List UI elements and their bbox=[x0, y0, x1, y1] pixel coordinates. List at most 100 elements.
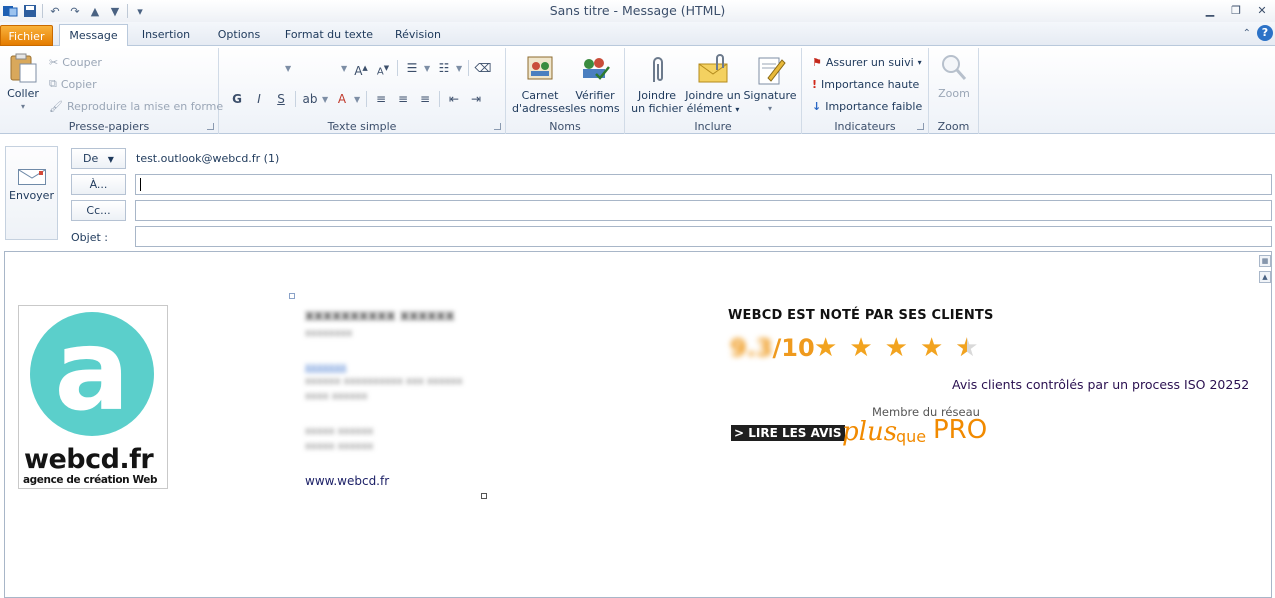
message-body[interactable] bbox=[4, 251, 1272, 598]
size-dropdown-icon[interactable]: ▼ bbox=[341, 64, 349, 73]
increase-indent-icon[interactable]: ⇥ bbox=[466, 89, 486, 109]
high-importance-button[interactable]: ! Importance haute bbox=[812, 74, 919, 94]
scroll-up-icon[interactable]: ▲ bbox=[1259, 271, 1271, 283]
font-dropdown-icon[interactable]: ▼ bbox=[285, 64, 293, 73]
signature-button[interactable]: Signature ▾ bbox=[743, 54, 797, 115]
cut-label: Couper bbox=[62, 55, 102, 69]
numbering-dropdown-icon[interactable]: ▼ bbox=[456, 64, 464, 73]
address-book-button[interactable]: Carnet d'adresses bbox=[512, 54, 571, 115]
numbering-icon[interactable]: ☷ bbox=[434, 58, 454, 78]
window-title: Sans titre - Message (HTML) bbox=[549, 3, 726, 18]
tags-launcher-icon[interactable] bbox=[917, 123, 924, 130]
zoom-button[interactable]: Zoom bbox=[935, 52, 973, 100]
font-name-select[interactable] bbox=[227, 59, 283, 77]
font-color-dropdown-icon[interactable]: ▼ bbox=[354, 95, 362, 104]
close-icon[interactable]: ✕ bbox=[1249, 0, 1275, 20]
paste-dropdown-icon[interactable]: ▾ bbox=[4, 100, 42, 113]
address-book-label-2: d'adresses bbox=[512, 102, 571, 115]
ruler-toggle-icon[interactable]: ▦ bbox=[1259, 255, 1271, 267]
attach-item-button[interactable]: Joindre un élément ▾ bbox=[683, 54, 743, 116]
from-address: test.outlook@webcd.fr (1) bbox=[136, 152, 280, 165]
signature-name-blurred: xxxxxxxxxx xxxxxx bbox=[305, 308, 455, 324]
bullets-icon[interactable]: ☰ bbox=[402, 58, 422, 78]
tab-message[interactable]: Message bbox=[59, 24, 128, 47]
address-book-icon bbox=[524, 54, 556, 86]
signature-dropdown-icon[interactable]: ▾ bbox=[743, 102, 797, 115]
format-painter-button[interactable]: 🖌 Reproduire la mise en forme bbox=[49, 96, 223, 116]
maximize-icon[interactable]: ❐ bbox=[1223, 0, 1249, 20]
to-button[interactable]: À... bbox=[71, 174, 126, 195]
attach-item-dropdown-icon[interactable]: ▾ bbox=[735, 105, 739, 114]
body-side-controls: ▦ ▲ bbox=[1259, 255, 1271, 283]
group-label-include: Inclure bbox=[694, 120, 732, 133]
bold-button[interactable]: G bbox=[227, 89, 247, 109]
minimize-icon[interactable]: ▁ bbox=[1197, 0, 1223, 20]
paste-label: Coller bbox=[7, 87, 39, 100]
follow-up-dropdown-icon[interactable]: ▾ bbox=[918, 58, 922, 67]
font-color-icon[interactable]: A bbox=[332, 89, 352, 109]
tab-format-text[interactable]: Format du texte bbox=[280, 24, 378, 46]
highlight-dropdown-icon[interactable]: ▼ bbox=[322, 95, 330, 104]
subject-field[interactable] bbox=[135, 226, 1272, 247]
separator bbox=[295, 91, 296, 107]
high-importance-label: Importance haute bbox=[821, 77, 920, 91]
attach-file-button[interactable]: Joindre un fichier bbox=[629, 54, 685, 115]
check-names-label-1: Vérifier bbox=[575, 89, 615, 102]
send-button[interactable]: Envoyer bbox=[5, 146, 58, 240]
decrease-indent-icon[interactable]: ⇤ bbox=[444, 89, 464, 109]
copy-button[interactable]: ⧉ Copier bbox=[49, 74, 97, 94]
clipboard-launcher-icon[interactable] bbox=[207, 123, 214, 130]
at-sign-logo-icon: a bbox=[30, 306, 154, 436]
brand-pro: PRO bbox=[933, 415, 988, 445]
group-label-basic-text: Texte simple bbox=[327, 120, 397, 133]
bullets-dropdown-icon[interactable]: ▼ bbox=[424, 64, 432, 73]
align-center-icon[interactable]: ≡ bbox=[393, 89, 413, 109]
copy-label: Copier bbox=[60, 77, 97, 91]
clear-format-icon[interactable]: ⌫ bbox=[473, 58, 493, 78]
star-icon: ★ bbox=[884, 333, 908, 363]
check-names-button[interactable]: Vérifier les noms bbox=[570, 54, 620, 115]
paste-button[interactable]: Coller ▾ bbox=[4, 52, 42, 113]
star-icon: ★ bbox=[814, 333, 838, 363]
grow-font-icon[interactable]: A▲ bbox=[351, 58, 371, 78]
score-suffix: /10 bbox=[772, 334, 815, 362]
signature-link-blurred[interactable]: xxxxxxx bbox=[305, 362, 346, 373]
help-icon[interactable]: ? bbox=[1257, 25, 1273, 41]
attach-item-label-2-row: élément ▾ bbox=[683, 102, 743, 116]
anchor-marker bbox=[289, 293, 295, 299]
cc-field[interactable] bbox=[135, 200, 1272, 221]
ribbon: Coller ▾ ✂ Couper ⧉ Copier 🖌 Reproduire … bbox=[0, 46, 1275, 134]
collapse-ribbon-icon[interactable]: ⌃ bbox=[1243, 28, 1251, 39]
italic-button[interactable]: I bbox=[249, 89, 269, 109]
follow-up-button[interactable]: ⚑ Assurer un suivi ▾ bbox=[812, 52, 922, 72]
signature-role-blurred: xxxxxxxx bbox=[305, 328, 353, 339]
from-button[interactable]: De ▼ bbox=[71, 148, 126, 169]
basic-text-launcher-icon[interactable] bbox=[494, 123, 501, 130]
resize-handle[interactable] bbox=[481, 493, 487, 499]
tab-review[interactable]: Révision bbox=[388, 24, 448, 46]
to-field[interactable] bbox=[135, 174, 1272, 195]
website-link[interactable]: www.webcd.fr bbox=[305, 474, 389, 488]
underline-button[interactable]: S bbox=[271, 89, 291, 109]
low-importance-label: Importance faible bbox=[825, 99, 923, 113]
text-caret bbox=[140, 178, 141, 191]
tab-file[interactable]: Fichier bbox=[0, 25, 53, 46]
iso-note: Avis clients contrôlés par un process IS… bbox=[952, 377, 1250, 392]
align-right-icon[interactable]: ≡ bbox=[415, 89, 435, 109]
group-tags: ⚑ Assurer un suivi ▾ ! Importance haute … bbox=[802, 48, 929, 134]
title-bar: ↶ ↷ ▲ ▼ ▾ Sans titre - Message (HTML) ▁ … bbox=[0, 0, 1275, 22]
ribbon-right-icons: ⌃ ? bbox=[1243, 25, 1273, 41]
tab-insert[interactable]: Insertion bbox=[135, 24, 197, 46]
align-left-icon[interactable]: ≡ bbox=[371, 89, 391, 109]
font-size-select[interactable] bbox=[295, 59, 339, 77]
cut-button[interactable]: ✂ Couper bbox=[49, 52, 102, 72]
rating-stars: ★★★★★★ bbox=[814, 333, 979, 363]
low-importance-button[interactable]: ↓ Importance faible bbox=[812, 96, 922, 116]
address-book-label-1: Carnet bbox=[521, 89, 559, 102]
shrink-font-icon[interactable]: A▼ bbox=[373, 58, 393, 78]
tab-options[interactable]: Options bbox=[208, 24, 270, 46]
svg-text:a: a bbox=[54, 306, 130, 436]
read-reviews-button[interactable]: > LIRE LES AVIS bbox=[731, 425, 845, 441]
cc-button[interactable]: Cc... bbox=[71, 200, 126, 221]
highlight-icon[interactable]: ab bbox=[300, 89, 320, 109]
